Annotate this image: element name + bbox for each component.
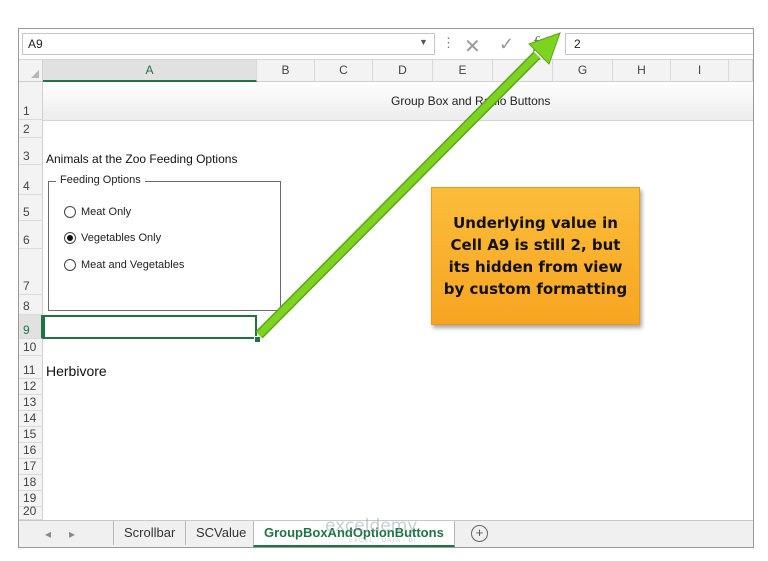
tab-scroll-left-icon[interactable]: ◂ xyxy=(45,527,51,541)
sheet-tab-scrollbar[interactable]: Scrollbar xyxy=(113,521,185,545)
annotation-arrow xyxy=(255,32,561,339)
tab-scroll-right-icon[interactable]: ▸ xyxy=(69,527,75,541)
add-sheet-icon[interactable]: + xyxy=(471,525,488,542)
excel-window: A9 ▼ ⋮ ✕ ✓ fx 2 A B C D E F G H I 1 2 3 … xyxy=(18,28,754,548)
watermark-tagline: EXCEL · DATA · BI xyxy=(349,538,417,544)
watermark-logo: exceldemy xyxy=(325,516,418,536)
sheet-tab-scvalue[interactable]: SCValue xyxy=(185,521,256,545)
